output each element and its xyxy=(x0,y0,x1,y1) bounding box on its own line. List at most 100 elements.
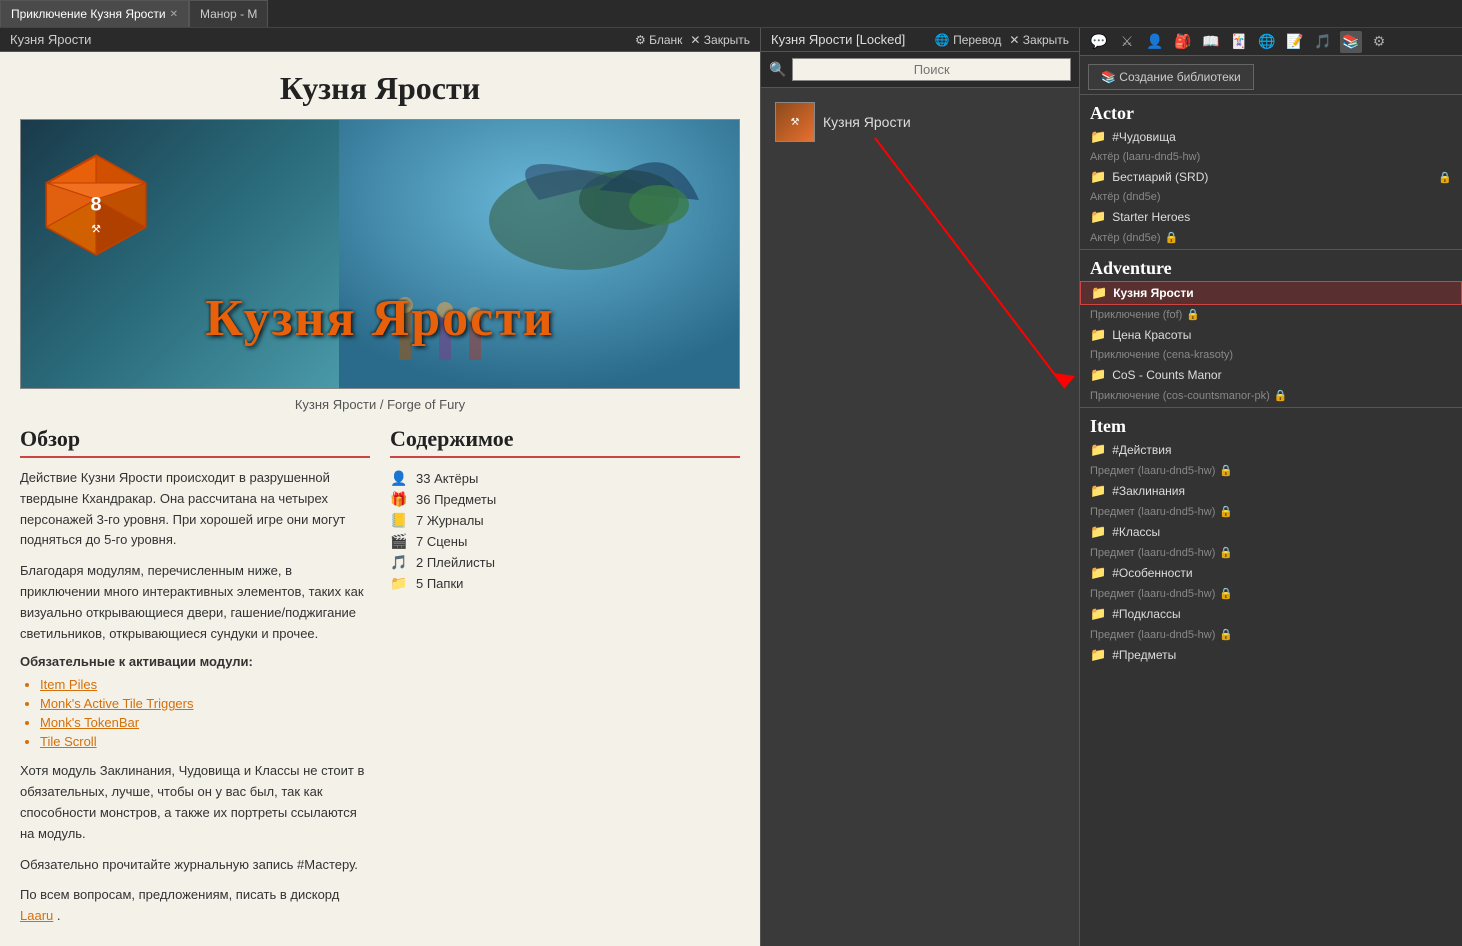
item-name-2: #Классы xyxy=(1112,525,1452,539)
right-panel: 💬 ⚔ 👤 🎒 📖 🃏 🌐 📝 🎵 📚 ⚙ 📚 Создание библиот… xyxy=(1080,28,1462,946)
tab-manor[interactable]: Манор - М xyxy=(189,0,268,27)
lock-icon-8: 🔒 xyxy=(1219,628,1233,641)
actor-sub-1[interactable]: Актёр (dnd5e) xyxy=(1080,188,1462,206)
item-sub-4[interactable]: Предмет (laaru-dnd5-hw) 🔒 xyxy=(1080,625,1462,644)
left-header-actions: ⚙ Бланк ✕ Закрыть xyxy=(635,33,750,47)
item-sub-3[interactable]: Предмет (laaru-dnd5-hw) 🔒 xyxy=(1080,584,1462,603)
scene-icon: 🎬 xyxy=(390,533,408,550)
journal-icon-btn[interactable]: 📖 xyxy=(1200,31,1222,53)
actor-section-header: Actor xyxy=(1080,97,1462,126)
actors-icon-btn[interactable]: 👤 xyxy=(1144,31,1166,53)
adventure-section-header: Adventure xyxy=(1080,252,1462,281)
translate-button[interactable]: 🌐 Перевод xyxy=(935,33,1002,47)
playlist-icon: 🎵 xyxy=(390,554,408,571)
items-icon-btn[interactable]: 🎒 xyxy=(1172,31,1194,53)
folder-icon: 📁 xyxy=(390,575,408,592)
divider-1 xyxy=(1080,94,1462,95)
item-item-1[interactable]: 📁 #Заклинания xyxy=(1080,480,1462,502)
lock-icon-0: 🔒 xyxy=(1438,171,1452,184)
divider-3 xyxy=(1080,407,1462,408)
search-icon: 🔍 xyxy=(769,61,786,78)
adventure-item-1[interactable]: 📁 Цена Красоты xyxy=(1080,324,1462,346)
item-item-2[interactable]: 📁 #Классы xyxy=(1080,521,1462,543)
compendium-name-0: Кузня Ярости xyxy=(823,114,911,130)
overview-section: Обзор Действие Кузни Ярости происходит в… xyxy=(20,426,370,937)
adventure-name-2: CoS - Counts Manor xyxy=(1112,368,1452,382)
item-item-3[interactable]: 📁 #Особенности xyxy=(1080,562,1462,584)
combat-icon-btn[interactable]: ⚔ xyxy=(1116,31,1138,53)
content-item-1: 🎁 36 Предметы xyxy=(390,489,740,510)
item-name-5: #Предметы xyxy=(1112,648,1452,662)
middle-close-button[interactable]: ✕ Закрыть xyxy=(1009,33,1069,47)
svg-text:⚒: ⚒ xyxy=(91,224,101,236)
link-active-tile[interactable]: Monk's Active Tile Triggers xyxy=(40,694,370,713)
link-tile-scroll[interactable]: Tile Scroll xyxy=(40,732,370,751)
tables-icon-btn[interactable]: 🃏 xyxy=(1228,31,1250,53)
adventure-sub-2[interactable]: Приключение (cos-countsmanor-pk) 🔒 xyxy=(1080,386,1462,405)
actor-item-2[interactable]: 📁 Starter Heroes xyxy=(1080,206,1462,228)
item-item-5[interactable]: 📁 #Предметы xyxy=(1080,644,1462,666)
item-sub-name-3: Предмет (laaru-dnd5-hw) xyxy=(1090,588,1215,600)
link-tokenbar[interactable]: Monk's TokenBar xyxy=(40,713,370,732)
folder-icon-1: 📁 xyxy=(1090,169,1106,185)
settings-icon-btn[interactable]: ⚙ xyxy=(1368,31,1390,53)
compendium-icon-btn[interactable]: 📚 xyxy=(1340,31,1362,53)
tab-adventure-close[interactable]: ✕ xyxy=(170,9,178,20)
item-item-4[interactable]: 📁 #Подклассы xyxy=(1080,603,1462,625)
adventure-item-2[interactable]: 📁 CoS - Counts Manor xyxy=(1080,364,1462,386)
content-label-1: 36 Предметы xyxy=(416,492,496,507)
scenes-icon-btn[interactable]: 🌐 xyxy=(1256,31,1278,53)
item-item-0[interactable]: 📁 #Действия xyxy=(1080,439,1462,461)
content-label-5: 5 Папки xyxy=(416,576,463,591)
folder-icon-6: 📁 xyxy=(1090,442,1106,458)
actor-item-1[interactable]: 📁 Бестиарий (SRD) 🔒 xyxy=(1080,166,1462,188)
left-panel-title: Кузня Ярости xyxy=(10,32,91,47)
note3-end: . xyxy=(57,908,61,923)
content-item-0: 👤 33 Актёры xyxy=(390,468,740,489)
item-sub-2[interactable]: Предмет (laaru-dnd5-hw) 🔒 xyxy=(1080,543,1462,562)
middle-header: Кузня Ярости [Locked] 🌐 Перевод ✕ Закрыт… xyxy=(761,28,1079,52)
item-sub-1[interactable]: Предмет (laaru-dnd5-hw) 🔒 xyxy=(1080,502,1462,521)
link-item-piles[interactable]: Item Piles xyxy=(40,675,370,694)
actor-sub-name-2: Актёр (dnd5e) xyxy=(1090,232,1161,244)
adventure-sub-name-0: Приключение (fof) xyxy=(1090,309,1182,321)
search-input[interactable] xyxy=(792,58,1071,81)
lock-icon-7: 🔒 xyxy=(1219,587,1233,600)
content-label-0: 33 Актёры xyxy=(416,471,478,486)
adventure-sub-name-2: Приключение (cos-countsmanor-pk) xyxy=(1090,390,1270,402)
right-header-icons: 💬 ⚔ 👤 🎒 📖 🃏 🌐 📝 🎵 📚 ⚙ xyxy=(1088,31,1390,53)
adventure-sub-0[interactable]: Приключение (fof) 🔒 xyxy=(1080,305,1462,324)
adventure-sub-name-1: Приключение (cena-krasoty) xyxy=(1090,349,1233,361)
left-close-button[interactable]: ✕ Закрыть xyxy=(690,33,750,47)
content-item-4: 🎵 2 Плейлисты xyxy=(390,552,740,573)
contents-section: Содержимое 👤 33 Актёры 🎁 36 Предметы 📒 xyxy=(390,426,740,937)
actor-name-1: Бестиарий (SRD) xyxy=(1112,170,1434,184)
tab-adventure[interactable]: Приключение Кузня Ярости ✕ xyxy=(0,0,189,27)
adventure-name-0: Кузня Ярости xyxy=(1113,286,1451,300)
compendium-entry-0[interactable]: ⚒ Кузня Ярости xyxy=(771,98,1069,146)
notes-icon-btn[interactable]: 📝 xyxy=(1284,31,1306,53)
create-library-button[interactable]: 📚 Создание библиотеки xyxy=(1088,64,1254,90)
blank-button[interactable]: ⚙ Бланк xyxy=(635,33,682,47)
adventure-item-0[interactable]: 📁 Кузня Ярости xyxy=(1080,281,1462,305)
lock-icon-1: 🔒 xyxy=(1165,231,1179,244)
actor-sub-0[interactable]: Актёр (laaru-dnd5-hw) xyxy=(1080,148,1462,166)
adventure-sub-1[interactable]: Приключение (cena-krasoty) xyxy=(1080,346,1462,364)
lock-icon-3: 🔒 xyxy=(1274,389,1288,402)
content-label-2: 7 Журналы xyxy=(416,513,484,528)
note3: По всем вопросам, предложениям, писать в… xyxy=(20,885,370,927)
tab-adventure-label: Приключение Кузня Ярости xyxy=(11,7,166,21)
discord-link[interactable]: Laaru xyxy=(20,908,53,923)
actor-item-0[interactable]: 📁 #Чудовища xyxy=(1080,126,1462,148)
overview-text2: Благодаря модулям, перечисленным ниже, в… xyxy=(20,561,370,644)
actor-sub-2[interactable]: Актёр (dnd5e) 🔒 xyxy=(1080,228,1462,247)
contents-title: Содержимое xyxy=(390,426,740,458)
item-sub-0[interactable]: Предмет (laaru-dnd5-hw) 🔒 xyxy=(1080,461,1462,480)
middle-content: ⚒ Кузня Ярости xyxy=(761,88,1079,946)
folder-icon-3: 📁 xyxy=(1091,285,1107,301)
chat-icon-btn[interactable]: 💬 xyxy=(1088,31,1110,53)
audio-icon-btn[interactable]: 🎵 xyxy=(1312,31,1334,53)
folder-icon-9: 📁 xyxy=(1090,565,1106,581)
folder-icon-5: 📁 xyxy=(1090,367,1106,383)
actor-name-0: #Чудовища xyxy=(1112,130,1452,144)
